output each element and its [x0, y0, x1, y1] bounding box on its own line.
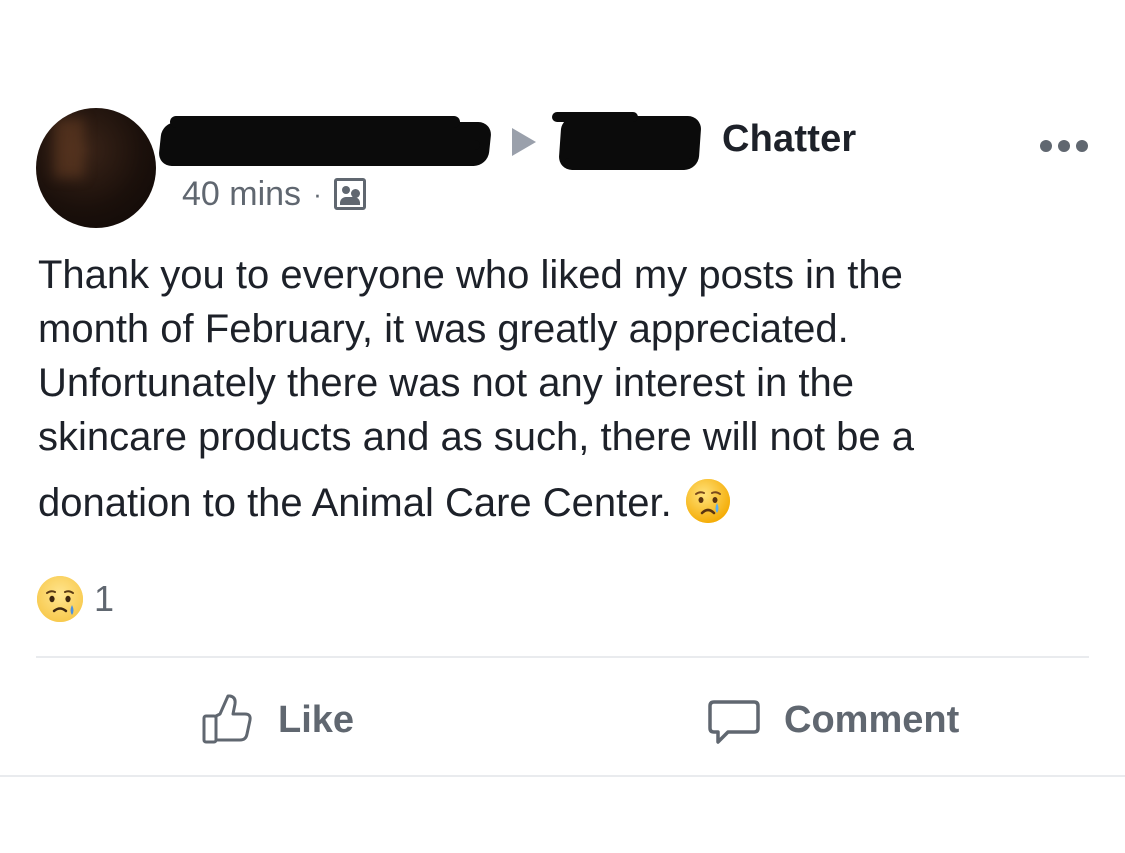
feed-post: Chatter 40 mins · Thank you to everyone … — [0, 0, 1125, 853]
post-body-line: donation to the Animal Care Center. — [38, 481, 672, 525]
post-timestamp[interactable]: 40 mins — [182, 175, 301, 214]
avatar-shading — [54, 118, 84, 178]
post-meta: 40 mins · — [182, 172, 366, 216]
redaction-scribble — [552, 112, 638, 122]
like-button[interactable]: Like — [200, 680, 354, 760]
divider — [36, 656, 1089, 658]
redaction-scribble — [564, 158, 694, 168]
post-actions: Like Comment — [0, 680, 1125, 760]
more-options-icon[interactable] — [1040, 140, 1088, 152]
like-label: Like — [278, 698, 355, 741]
thumbs-up-icon — [202, 694, 252, 744]
comment-label: Comment — [784, 698, 960, 741]
post-body-line: Unfortunately there was not any interest… — [38, 361, 855, 405]
meta-separator: · — [313, 178, 322, 209]
shared-to-arrow-icon — [512, 128, 536, 156]
post-body-last-line: donation to the Animal Care Center. — [38, 476, 1058, 530]
group-icon — [333, 178, 366, 210]
reactions-summary[interactable]: 1 — [36, 574, 114, 624]
crying-face-emoji-icon — [685, 479, 730, 524]
author-avatar[interactable] — [36, 108, 156, 228]
redaction-scribble — [170, 116, 460, 128]
comment-button[interactable]: Comment — [706, 680, 959, 760]
sad-reaction-icon — [37, 576, 83, 622]
post-body-line: month of February, it was greatly apprec… — [38, 307, 849, 351]
post-bottom-divider — [0, 775, 1125, 777]
post-body-line: skincare products and as such, there wil… — [38, 415, 915, 459]
redaction-scribble — [160, 140, 480, 150]
reaction-count: 1 — [94, 578, 115, 619]
post-body: Thank you to everyone who liked my posts… — [38, 248, 1058, 530]
comment-bubble-icon — [708, 700, 760, 744]
group-name-link[interactable]: Chatter — [722, 118, 856, 161]
post-body-line: Thank you to everyone who liked my posts… — [38, 253, 903, 297]
